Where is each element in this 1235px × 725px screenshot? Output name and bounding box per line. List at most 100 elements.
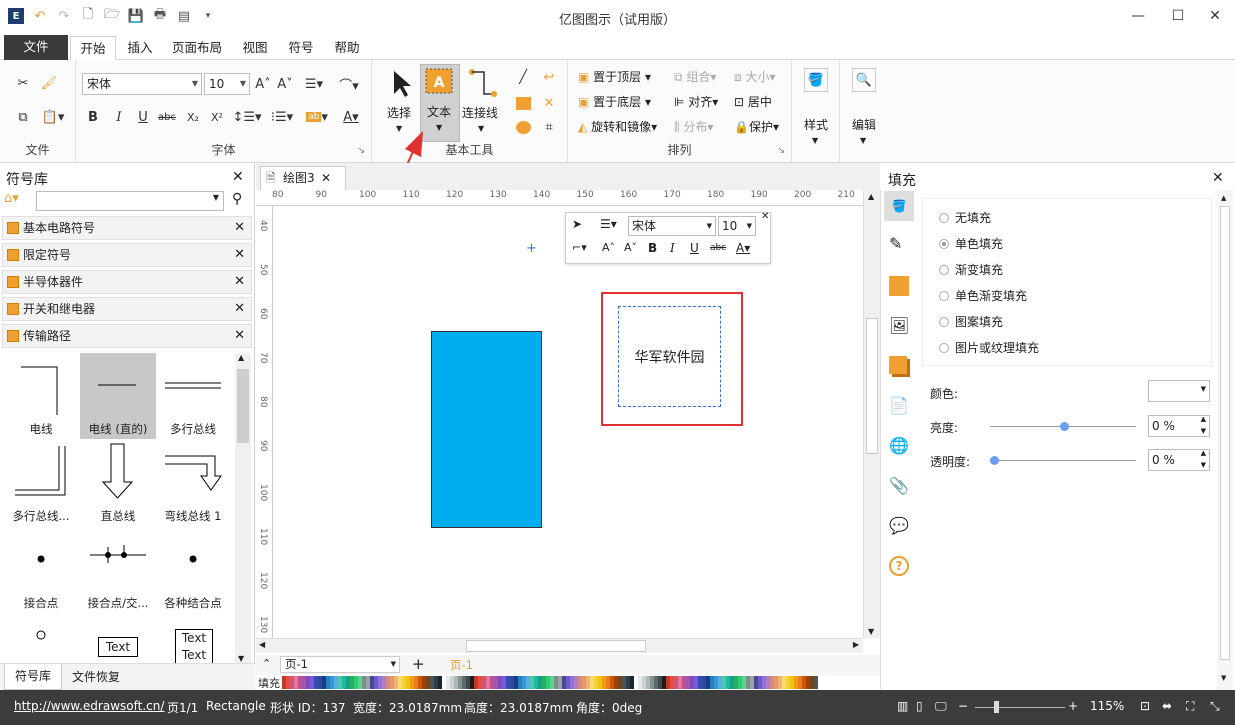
- mini-italic-icon[interactable]: I: [670, 241, 675, 255]
- mini-underline-icon[interactable]: U: [690, 241, 699, 255]
- maximize-button[interactable]: ☐: [1158, 5, 1198, 27]
- home-icon[interactable]: ⌂▾: [4, 191, 26, 209]
- library-search-input[interactable]: ▼: [36, 191, 224, 211]
- fill-panel-icon[interactable]: 🪣: [884, 191, 914, 221]
- scroll-down-icon[interactable]: ▼: [1221, 674, 1226, 682]
- close-fill-panel-icon[interactable]: ✕: [1212, 170, 1224, 186]
- scroll-down-icon[interactable]: ▼: [238, 654, 244, 663]
- scroll-up-icon[interactable]: ▲: [868, 192, 874, 201]
- line-spacing-icon[interactable]: ☰▾: [300, 73, 328, 95]
- mini-align-icon[interactable]: ☰▾: [600, 217, 617, 231]
- radio-pattern-fill[interactable]: 图案填充: [939, 313, 1003, 330]
- format-painter-icon[interactable]: 🖌: [38, 72, 60, 94]
- superscript-icon[interactable]: X²: [206, 106, 228, 128]
- tab-view[interactable]: 视图: [236, 36, 274, 60]
- canvas-horizontal-scrollbar[interactable]: ◀ ▶: [256, 638, 863, 653]
- radio-gradient-fill[interactable]: 渐变填充: [939, 261, 1003, 278]
- shape-junction-cross[interactable]: 接合点/交...: [80, 527, 156, 613]
- comment-icon[interactable]: 💬: [889, 516, 909, 535]
- mini-shrink-font-icon[interactable]: A˅: [624, 241, 637, 254]
- grow-font-icon[interactable]: A˄: [252, 73, 274, 95]
- cross-shape-icon[interactable]: ✕: [538, 92, 560, 114]
- center-button[interactable]: ⊡ 居中: [734, 93, 772, 110]
- close-category-icon[interactable]: ✕: [234, 271, 245, 293]
- shape-open-circle[interactable]: [3, 623, 79, 663]
- shape-junction[interactable]: 接合点: [3, 527, 79, 613]
- close-category-icon[interactable]: ✕: [234, 244, 245, 266]
- scroll-up-icon[interactable]: ▲: [238, 353, 244, 362]
- text-direction-icon[interactable]: ⌒▾: [332, 73, 366, 95]
- size-button[interactable]: ⧈ 大小▾: [734, 68, 776, 85]
- align-button[interactable]: ⊫ 对齐▾: [674, 93, 718, 110]
- zoom-in-icon[interactable]: +: [1068, 699, 1078, 713]
- vertical-scroll-thumb[interactable]: [866, 318, 878, 454]
- tab-file[interactable]: 文件: [4, 35, 68, 60]
- protect-button[interactable]: 🔒保护▾: [734, 118, 779, 135]
- full-page-icon[interactable]: ▯: [916, 699, 923, 713]
- tab-page-layout[interactable]: 页面布局: [166, 36, 228, 60]
- add-page-icon[interactable]: +: [412, 655, 425, 673]
- line-shape-icon[interactable]: ╱: [512, 66, 534, 88]
- font-size-select[interactable]: 10 ▼: [204, 73, 250, 95]
- color-swatch[interactable]: [814, 676, 818, 689]
- text-box-content[interactable]: 华军软件园: [635, 347, 705, 367]
- category-transmission-path[interactable]: 传输路径 ✕: [2, 324, 252, 348]
- highlight-color-icon[interactable]: ab ▾: [302, 106, 332, 128]
- edit-button[interactable]: 🔍 编辑 ▼: [846, 68, 880, 148]
- bold-icon[interactable]: B: [82, 106, 104, 128]
- connector-tool-button[interactable]: 连接线 ▼: [462, 66, 502, 142]
- close-window-button[interactable]: ✕: [1195, 5, 1235, 27]
- page-tab[interactable]: 页-1: [450, 657, 473, 673]
- zoom-slider-thumb[interactable]: [994, 701, 999, 713]
- distribute-button[interactable]: ⫼ 分布▾: [674, 118, 713, 135]
- fit-window-icon[interactable]: ⊡: [1140, 699, 1150, 713]
- drawing-canvas[interactable]: + 华军软件园 ➤ ☰▾ 宋体 ▼ 10 ▼ ✕ ⌐▾ A˄ A˅ B I U ab…: [273, 206, 863, 638]
- rotate-mirror-button[interactable]: ◭ 旋转和镜像▾: [578, 118, 657, 135]
- category-qualifying[interactable]: 限定符号 ✕: [2, 243, 252, 267]
- shape-straight-bus[interactable]: 直总线: [80, 440, 156, 526]
- bullet-list-icon[interactable]: ⁝☰▾: [268, 106, 296, 128]
- cut-icon[interactable]: ✂: [12, 72, 34, 94]
- horizontal-scroll-thumb[interactable]: [466, 640, 646, 652]
- website-link[interactable]: http://www.edrawsoft.cn/: [14, 699, 164, 713]
- group-button[interactable]: ⧉ 组合▾: [674, 68, 716, 85]
- mini-connector-icon[interactable]: ⌐▾: [572, 241, 587, 254]
- mini-grow-font-icon[interactable]: A˄: [602, 241, 615, 254]
- fill-panel-scrollbar[interactable]: ▲ ▼: [1217, 190, 1233, 690]
- close-document-icon[interactable]: ✕: [321, 167, 331, 189]
- library-scroll-thumb[interactable]: [237, 369, 249, 443]
- minimize-button[interactable]: —: [1118, 5, 1158, 27]
- tab-file-recovery[interactable]: 文件恢复: [72, 668, 120, 685]
- underline-icon[interactable]: U: [132, 106, 154, 128]
- mini-font-select[interactable]: 宋体 ▼: [628, 216, 716, 236]
- shape-bent-bus[interactable]: 弯线总线 1: [155, 440, 231, 526]
- radio-solid-fill[interactable]: 单色填充: [939, 235, 1003, 252]
- shrink-font-icon[interactable]: A˅: [274, 73, 296, 95]
- radio-single-gradient-fill[interactable]: 单色渐变填充: [939, 287, 1027, 304]
- mini-bold-icon[interactable]: B: [648, 241, 657, 255]
- palette-swatches[interactable]: [282, 676, 818, 689]
- shape-text-box[interactable]: Text: [80, 623, 156, 663]
- radio-picture-fill[interactable]: 图片或纹理填充: [939, 339, 1039, 356]
- fit-page-icon[interactable]: ▥: [897, 699, 908, 713]
- shape-multiline-bus-2[interactable]: 多行总线...: [3, 440, 79, 526]
- strikethrough-icon[interactable]: abc: [156, 106, 178, 128]
- crop-icon[interactable]: ⌗: [538, 116, 560, 138]
- rectangle-shape-icon[interactable]: [512, 92, 534, 114]
- brightness-slider-thumb[interactable]: [1060, 422, 1069, 431]
- collapse-pages-icon[interactable]: ⌃: [262, 657, 271, 670]
- ellipse-shape-icon[interactable]: [512, 116, 534, 138]
- library-scrollbar[interactable]: ▲ ▼: [235, 353, 251, 663]
- search-icon[interactable]: ⚲: [232, 191, 242, 207]
- layers-icon[interactable]: [889, 356, 907, 374]
- attachment-icon[interactable]: 📎: [889, 476, 909, 495]
- tab-help[interactable]: 帮助: [328, 36, 366, 60]
- shape-various-junctions[interactable]: 各种结合点: [155, 527, 231, 613]
- blue-rectangle-shape[interactable]: [431, 331, 542, 528]
- hyperlink-globe-icon[interactable]: 🌐: [889, 436, 909, 455]
- category-switches-relays[interactable]: 开关和继电器 ✕: [2, 297, 252, 321]
- shape-text-stack[interactable]: Text Text: [155, 623, 231, 665]
- paste-icon[interactable]: 📋▾: [38, 106, 68, 128]
- transparency-slider[interactable]: [990, 460, 1136, 461]
- tab-insert[interactable]: 插入: [120, 36, 160, 60]
